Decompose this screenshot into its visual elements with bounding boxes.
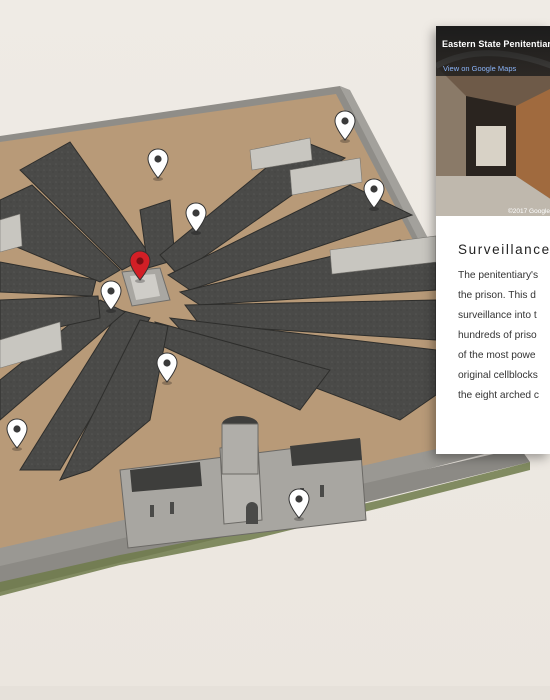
map-pin-icon[interactable]	[147, 148, 169, 182]
panel-body-line: surveillance into t	[458, 310, 537, 321]
bottom-strip	[0, 686, 550, 700]
map-pin-icon[interactable]	[6, 418, 28, 452]
map-pin-icon[interactable]	[100, 280, 122, 314]
map-pin-icon[interactable]	[288, 488, 310, 522]
map-pin-icon[interactable]	[156, 352, 178, 386]
panel-body-line: The penitentiary's	[458, 270, 539, 281]
street-view-photo[interactable]: Eastern State Penitentiary View on Googl…	[436, 26, 550, 216]
map-pin-icon[interactable]	[334, 110, 356, 144]
photo-title: Eastern State Penitentiary	[442, 39, 550, 49]
panel-body-line: hundreds of priso	[458, 330, 537, 341]
panel-body-line: the eight arched c	[458, 390, 539, 401]
map-pin-icon[interactable]	[363, 178, 385, 212]
info-panel: Eastern State Penitentiary View on Googl…	[436, 26, 550, 454]
photo-copyright: ©2017 Google	[507, 208, 550, 215]
panel-body-line: of the most powe	[458, 350, 536, 361]
view-on-google-maps-link[interactable]: View on Google Maps	[443, 64, 516, 73]
panel-body-line: original cellblocks	[458, 370, 538, 381]
map-pin-icon-selected[interactable]	[129, 250, 151, 284]
panel-body-line: the prison. This d	[458, 290, 536, 301]
panel-heading: Surveillance	[458, 242, 550, 257]
panel-body: The penitentiary's the prison. This d surv…	[458, 266, 550, 406]
map-pin-icon[interactable]	[185, 202, 207, 236]
